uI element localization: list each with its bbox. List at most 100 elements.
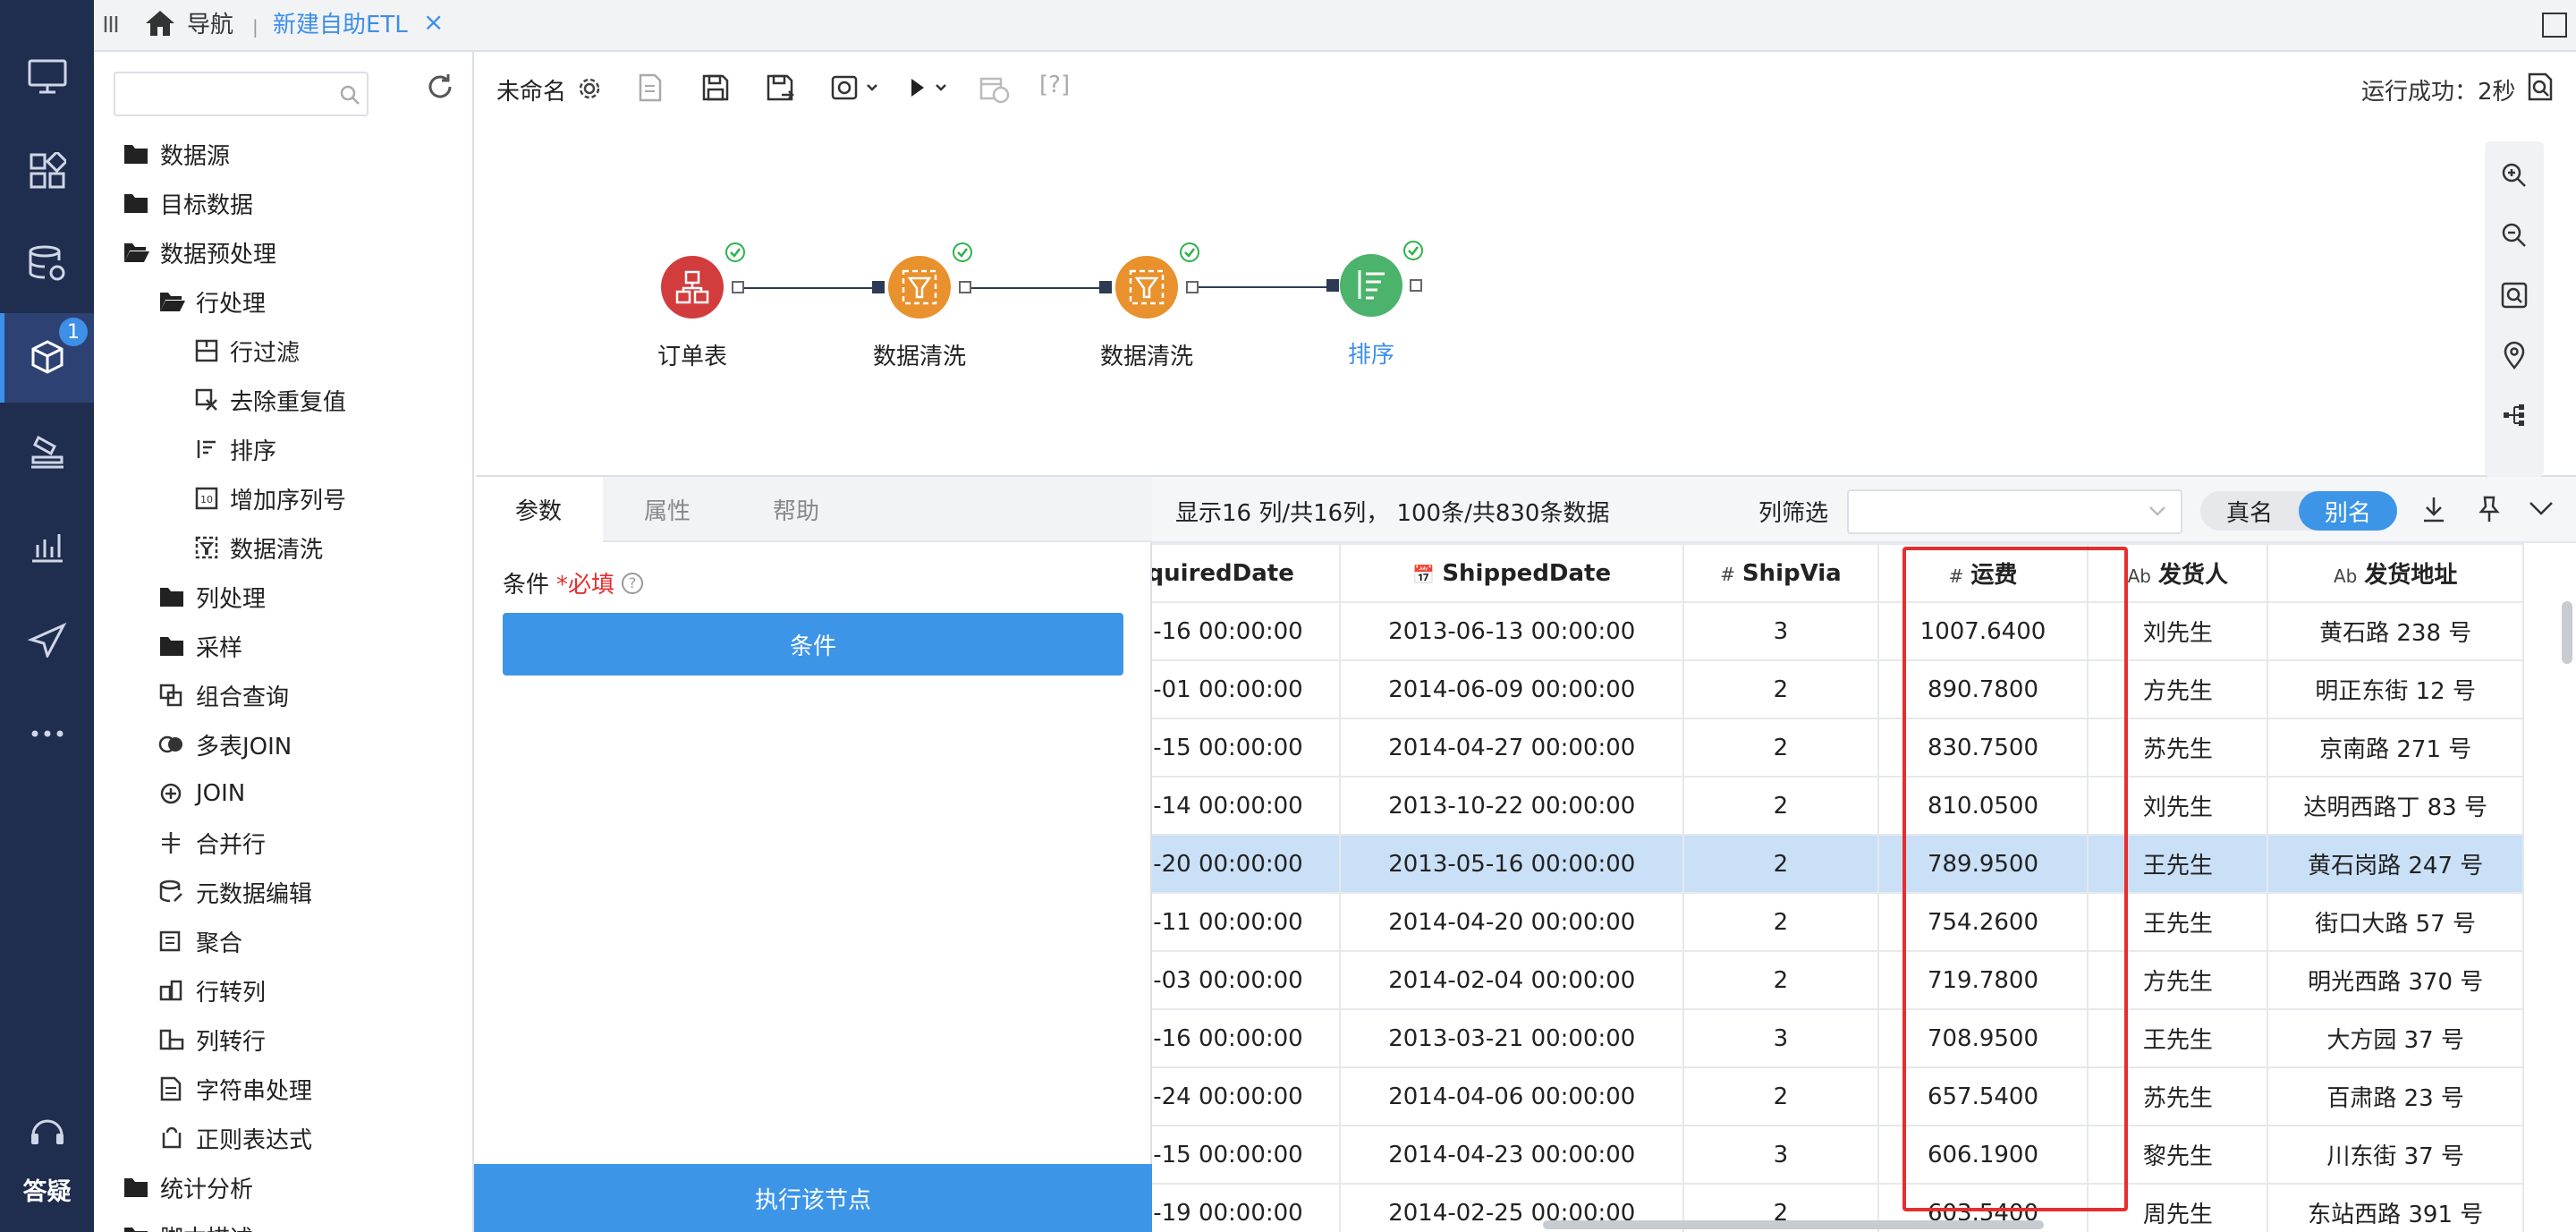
save-icon[interactable] — [701, 73, 730, 102]
download-icon[interactable] — [2420, 495, 2447, 523]
save-as-icon[interactable] — [766, 73, 796, 102]
help-bracket-icon[interactable]: [?] — [1039, 72, 1070, 98]
tree-item-serial[interactable]: 10 增加序列号 — [194, 479, 346, 518]
input-port[interactable] — [872, 281, 885, 293]
flow-node-clean-2[interactable] — [1115, 256, 1178, 319]
input-port[interactable] — [1099, 281, 1112, 293]
vertical-scrollbar[interactable] — [2562, 601, 2572, 664]
collapse-panel-icon[interactable] — [2528, 498, 2555, 518]
stamp-icon[interactable] — [0, 407, 94, 497]
layout-tree-icon[interactable] — [2485, 386, 2544, 445]
tab-close-icon[interactable]: × — [423, 8, 444, 37]
tree-item-script[interactable]: 脚本描述 — [123, 1217, 253, 1232]
zoom-in-icon[interactable] — [2485, 146, 2544, 205]
home-icon[interactable] — [144, 9, 176, 38]
output-port[interactable] — [732, 281, 744, 293]
column-header[interactable]: # ShipVia — [1682, 543, 1879, 603]
tab-help[interactable]: 帮助 — [732, 477, 860, 542]
table-row[interactable]: 5-11 00:00:00 2014-04-20 00:00:00 2 754.260… — [1152, 892, 2524, 952]
tree-item-sampling[interactable]: 采样 — [158, 626, 242, 666]
toggle-alias[interactable]: 别名 — [2299, 491, 2397, 531]
table-row[interactable]: 5-15 00:00:00 2014-04-27 00:00:00 2 830.750… — [1152, 718, 2524, 777]
tree-item-row-process[interactable]: 行处理 — [158, 282, 266, 321]
tree-item-col-to-row[interactable]: 列转行 — [158, 1020, 266, 1059]
log-search-icon[interactable] — [2526, 72, 2556, 102]
output-port[interactable] — [1186, 281, 1199, 293]
chart-icon[interactable] — [0, 501, 94, 591]
column-header[interactable]: Ab 发货地址 — [2267, 543, 2524, 603]
data-table[interactable]: quiredDate 📅 ShippedDate # ShipVia # 运费 Ab 发… — [1152, 543, 2524, 1232]
tree-item-merge-rows[interactable]: 合并行 — [158, 823, 266, 862]
headset-icon[interactable] — [0, 1096, 94, 1168]
table-cell: 1-01 00:00:00 — [1152, 659, 1342, 719]
column-filter-select[interactable] — [1847, 489, 2182, 534]
tab-properties[interactable]: 属性 — [603, 477, 732, 542]
refresh-icon[interactable] — [425, 72, 455, 102]
search-input[interactable] — [114, 72, 369, 116]
toggle-real-name[interactable]: 真名 — [2200, 491, 2299, 531]
tree-item-row-filter[interactable]: 行过滤 — [194, 331, 300, 370]
fit-view-icon[interactable] — [2485, 266, 2544, 325]
input-port[interactable] — [1326, 279, 1339, 292]
table-row[interactable]: 4-16 00:00:00 2013-03-21 00:00:00 3 708.950… — [1152, 1008, 2524, 1068]
execute-node-button[interactable]: 执行该节点 — [474, 1164, 1152, 1232]
tree-item-column-process[interactable]: 列处理 — [158, 577, 266, 616]
flow-node-sort[interactable] — [1340, 254, 1402, 317]
table-row[interactable]: 5-15 00:00:00 2014-04-23 00:00:00 3 606.190… — [1152, 1125, 2524, 1185]
location-icon[interactable] — [2485, 326, 2544, 385]
document-icon[interactable] — [637, 73, 664, 102]
flow-canvas[interactable]: 订单表 数据清洗 数据清洗 排序 — [476, 123, 2576, 477]
column-header[interactable]: quiredDate — [1152, 543, 1342, 603]
tree-item-aggregate[interactable]: 聚合 — [158, 922, 242, 961]
table-cell: 2014-02-04 00:00:00 — [1339, 950, 1685, 1010]
tree-item-join[interactable]: JOIN — [158, 774, 245, 813]
tree-item-multi-join[interactable]: 多表JOIN — [158, 725, 292, 764]
tab-params[interactable]: 参数 — [474, 477, 603, 542]
output-port[interactable] — [1410, 279, 1422, 292]
dashboard-icon[interactable] — [0, 126, 94, 216]
zoom-out-icon[interactable] — [2485, 206, 2544, 265]
table-row[interactable]: 2-03 00:00:00 2014-02-04 00:00:00 2 719.780… — [1152, 950, 2524, 1010]
table-row[interactable]: 4-24 00:00:00 2014-04-06 00:00:00 2 657.540… — [1152, 1066, 2524, 1126]
more-icon[interactable] — [0, 689, 94, 778]
run-status: 运行成功：2秒 — [2361, 79, 2516, 106]
table-row[interactable]: 5-20 00:00:00 2013-05-16 00:00:00 2 789.950… — [1152, 834, 2524, 894]
help-circle-icon[interactable]: ? — [622, 572, 644, 594]
settings-icon[interactable] — [577, 76, 602, 101]
tree-item-datasource[interactable]: 数据源 — [123, 134, 230, 174]
schedule-settings-icon[interactable] — [830, 73, 882, 102]
tree-item-clean[interactable]: 数据清洗 — [194, 528, 323, 567]
collapse-icon[interactable] — [103, 14, 119, 34]
tree-item-regex[interactable]: 正则表达式 — [158, 1118, 312, 1158]
tree-item-string[interactable]: 字符串处理 — [158, 1069, 312, 1109]
pin-icon[interactable] — [2476, 495, 2503, 523]
tree-item-metadata-edit[interactable]: 元数据编辑 — [158, 872, 312, 912]
horizontal-scrollbar[interactable] — [1543, 1220, 2044, 1229]
tree-item-sort[interactable]: 排序 — [194, 429, 276, 469]
tree-item-stats[interactable]: 统计分析 — [123, 1168, 253, 1207]
flow-node-clean-1[interactable] — [888, 256, 951, 319]
name-toggle[interactable]: 真名 别名 — [2200, 491, 2397, 531]
tree-item-dedup[interactable]: 去除重复值 — [194, 380, 346, 420]
table-row[interactable]: 1-01 00:00:00 2014-06-09 00:00:00 2 890.780… — [1152, 659, 2524, 719]
condition-button[interactable]: 条件 — [503, 613, 1123, 675]
tab-etl[interactable]: 新建自助ETL — [273, 11, 408, 39]
help-label[interactable]: 答疑 — [0, 1172, 94, 1207]
tree-item-target[interactable]: 目标数据 — [123, 183, 253, 223]
maximize-icon[interactable] — [2542, 13, 2567, 38]
column-header[interactable]: 📅 ShippedDate — [1339, 543, 1685, 603]
home-tab-label[interactable]: 导航 — [187, 11, 233, 39]
etl-name[interactable]: 未命名 — [496, 73, 566, 106]
table-row[interactable]: 6-16 00:00:00 2013-06-13 00:00:00 3 1007.64… — [1152, 601, 2524, 661]
send-icon[interactable] — [0, 595, 94, 684]
flow-node-source[interactable] — [661, 256, 724, 319]
database-settings-icon[interactable] — [0, 219, 94, 309]
output-port[interactable] — [959, 281, 971, 293]
tree-item-preprocess[interactable]: 数据预处理 — [123, 233, 276, 272]
run-icon[interactable] — [906, 73, 953, 102]
tree-item-row-to-col[interactable]: 行转列 — [158, 971, 266, 1010]
monitor-icon[interactable] — [0, 32, 94, 122]
table-row[interactable]: 1-14 00:00:00 2013-10-22 00:00:00 2 810.050… — [1152, 776, 2524, 836]
tree-item-combo-query[interactable]: 组合查询 — [158, 675, 289, 715]
run-history-icon[interactable] — [979, 73, 1011, 104]
